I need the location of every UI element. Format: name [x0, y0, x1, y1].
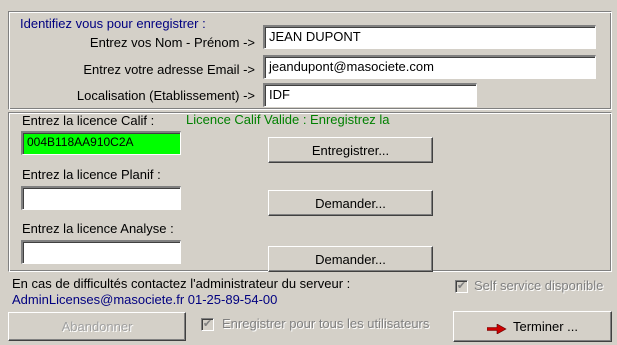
name-field[interactable]: JEAN DUPONT [263, 25, 596, 49]
all-users-label: Enregistrer pour tous les utilisateurs [222, 316, 430, 331]
cancel-button[interactable]: Abandonner [8, 312, 186, 341]
analyse-request-button[interactable]: Demander... [268, 246, 433, 272]
finish-button[interactable]: Terminer ... [453, 311, 612, 342]
register-button[interactable]: Entregistrer... [268, 137, 433, 163]
right-arrow-icon [486, 322, 507, 335]
location-field[interactable]: IDF [263, 83, 477, 107]
email-label: Entrez votre adresse Email -> [83, 62, 255, 77]
email-field[interactable]: jeandupont@masociete.com [263, 55, 596, 79]
contact-text: En cas de difficultés contactez l'admini… [12, 276, 351, 291]
planif-license-field[interactable] [21, 186, 181, 210]
self-service-checkbox: ✔ [455, 280, 468, 293]
all-users-checkbox[interactable]: ✔ [201, 318, 214, 331]
self-service-label: Self service disponible [474, 278, 604, 293]
calif-status: Licence Calif Valide : Enregistrez la [186, 112, 390, 127]
planif-label: Entrez la licence Planif : [22, 167, 161, 182]
contact-details: AdminLicenses@masociete.fr 01-25-89-54-0… [12, 292, 278, 307]
identify-header: Identifiez vous pour enregistrer : [20, 16, 206, 31]
name-label: Entrez vos Nom - Prénom -> [89, 35, 255, 50]
analyse-label: Entrez la licence Analyse : [22, 221, 174, 236]
analyse-license-field[interactable] [21, 240, 181, 264]
calif-license-field[interactable]: 004B118AA910C2A [21, 131, 181, 155]
planif-request-button[interactable]: Demander... [268, 190, 433, 216]
calif-label: Entrez la licence Calif : [22, 113, 155, 128]
finish-button-label: Terminer ... [512, 319, 578, 334]
location-label: Localisation (Etablissement) -> [76, 88, 255, 103]
